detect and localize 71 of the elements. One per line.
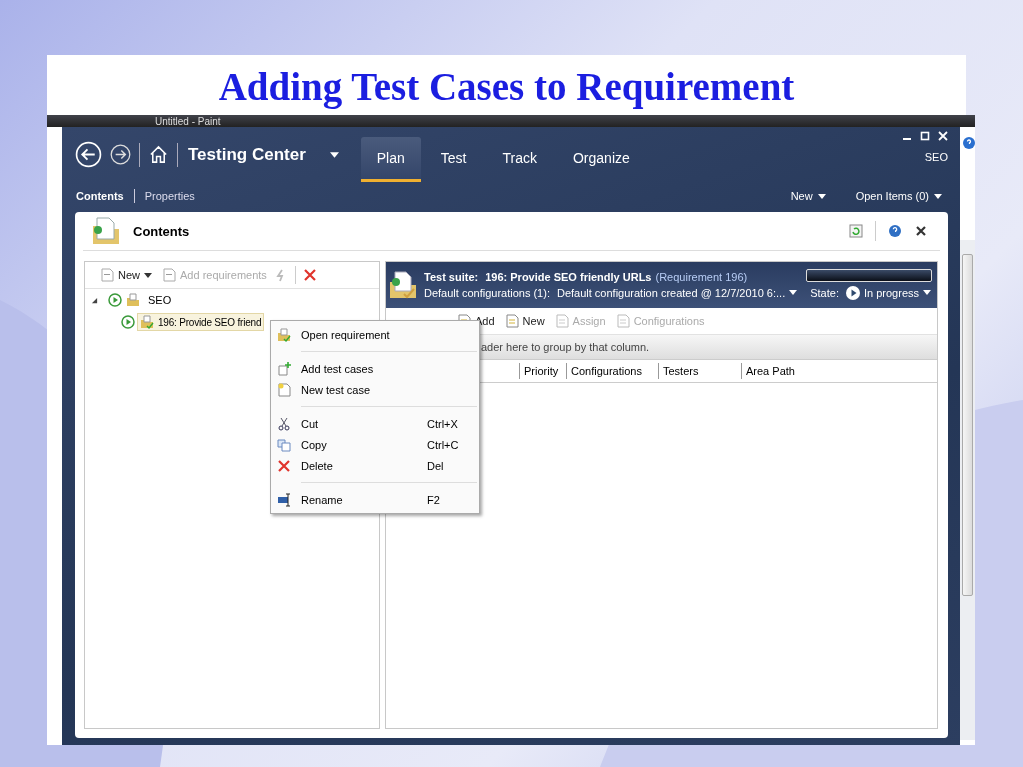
nav-tab[interactable]: Track — [486, 137, 553, 182]
toolbar-button[interactable]: New — [501, 314, 548, 328]
state-dropdown[interactable]: In progress — [845, 285, 931, 300]
group-hint: ader here to group by that column. — [481, 341, 650, 353]
folder-icon — [126, 293, 140, 307]
delete-icon[interactable] — [302, 268, 317, 282]
scissors-icon — [277, 416, 291, 431]
sub-tab[interactable]: Contents — [74, 190, 126, 202]
nav-tab[interactable]: Organize — [556, 137, 646, 182]
panel-title: Contents — [133, 223, 190, 239]
user-name: SEO — [924, 151, 948, 163]
menu-item[interactable]: Copy Ctrl+C — [271, 434, 479, 455]
forward-icon[interactable] — [110, 144, 131, 165]
document-icon — [504, 314, 519, 328]
menu-item[interactable]: Delete Del — [271, 455, 479, 476]
sub-tab[interactable]: Properties — [142, 190, 197, 202]
caret-icon[interactable] — [329, 151, 339, 158]
window-title: Untitled - Paint — [155, 116, 221, 127]
suite-icon — [388, 270, 418, 300]
config-label: Default configurations (1): — [424, 286, 550, 299]
folder-icon — [91, 216, 121, 246]
help-icon[interactable] — [888, 224, 902, 238]
document-icon — [554, 314, 569, 328]
document-icon — [100, 268, 114, 282]
help-icon[interactable] — [963, 137, 975, 149]
column-header[interactable]: Configurations — [566, 363, 658, 379]
home-icon[interactable] — [148, 144, 169, 165]
requirement-icon — [277, 327, 291, 342]
document-icon — [615, 314, 630, 328]
tree-item[interactable]: SEO — [144, 292, 176, 308]
menu-item[interactable]: New test case — [271, 379, 479, 400]
menu-item[interactable]: Open requirement — [271, 324, 479, 345]
menu-button[interactable]: Open Items (0) — [849, 189, 948, 203]
play-icon — [845, 285, 860, 300]
rename-icon — [277, 492, 291, 507]
nav-tab[interactable]: Test — [424, 137, 483, 182]
column-header[interactable]: Testers — [658, 363, 741, 379]
column-header[interactable]: Priority — [519, 363, 566, 379]
menu-item[interactable]: Rename F2 — [271, 489, 479, 510]
menu-item[interactable]: Add test cases — [271, 358, 479, 379]
caret-icon — [144, 272, 152, 278]
suite-name: 196: Provide SEO friendly URLs — [485, 270, 652, 283]
suite-label: Test suite: — [424, 270, 479, 283]
caret-icon — [934, 193, 942, 199]
maximize-icon[interactable] — [920, 131, 930, 141]
back-icon[interactable] — [75, 141, 102, 168]
slide-title: Adding Test Cases to Requirement — [47, 55, 966, 115]
requirement-link[interactable]: (Requirement 196) — [655, 270, 748, 283]
app-title: Testing Center — [188, 144, 306, 165]
state-label: State: — [810, 286, 839, 299]
copy-icon — [277, 437, 291, 452]
caret-icon — [789, 290, 798, 295]
play-icon — [121, 315, 135, 329]
toolbar-button[interactable]: New — [97, 268, 155, 282]
config-dropdown[interactable]: Default configuration created @ 12/7/2010 6:... — [556, 286, 798, 299]
menu-item[interactable]: Cut Ctrl+X — [271, 413, 479, 434]
document-icon — [277, 382, 291, 397]
column-header[interactable]: Area Path — [741, 363, 936, 379]
tree-item[interactable]: 196: Provide SEO friend — [137, 313, 265, 331]
menu-button[interactable]: New — [784, 189, 832, 203]
document-icon — [162, 268, 176, 282]
requirement-icon — [140, 315, 154, 329]
delete-icon — [277, 458, 291, 473]
nav-tab[interactable]: Plan — [360, 137, 421, 182]
caret-icon — [817, 193, 826, 199]
caret-icon — [923, 290, 931, 295]
play-icon — [108, 293, 122, 307]
add-document-icon — [277, 361, 291, 376]
expand-icon[interactable] — [91, 296, 98, 304]
close-icon[interactable] — [914, 224, 928, 238]
refresh-icon[interactable] — [849, 224, 863, 238]
